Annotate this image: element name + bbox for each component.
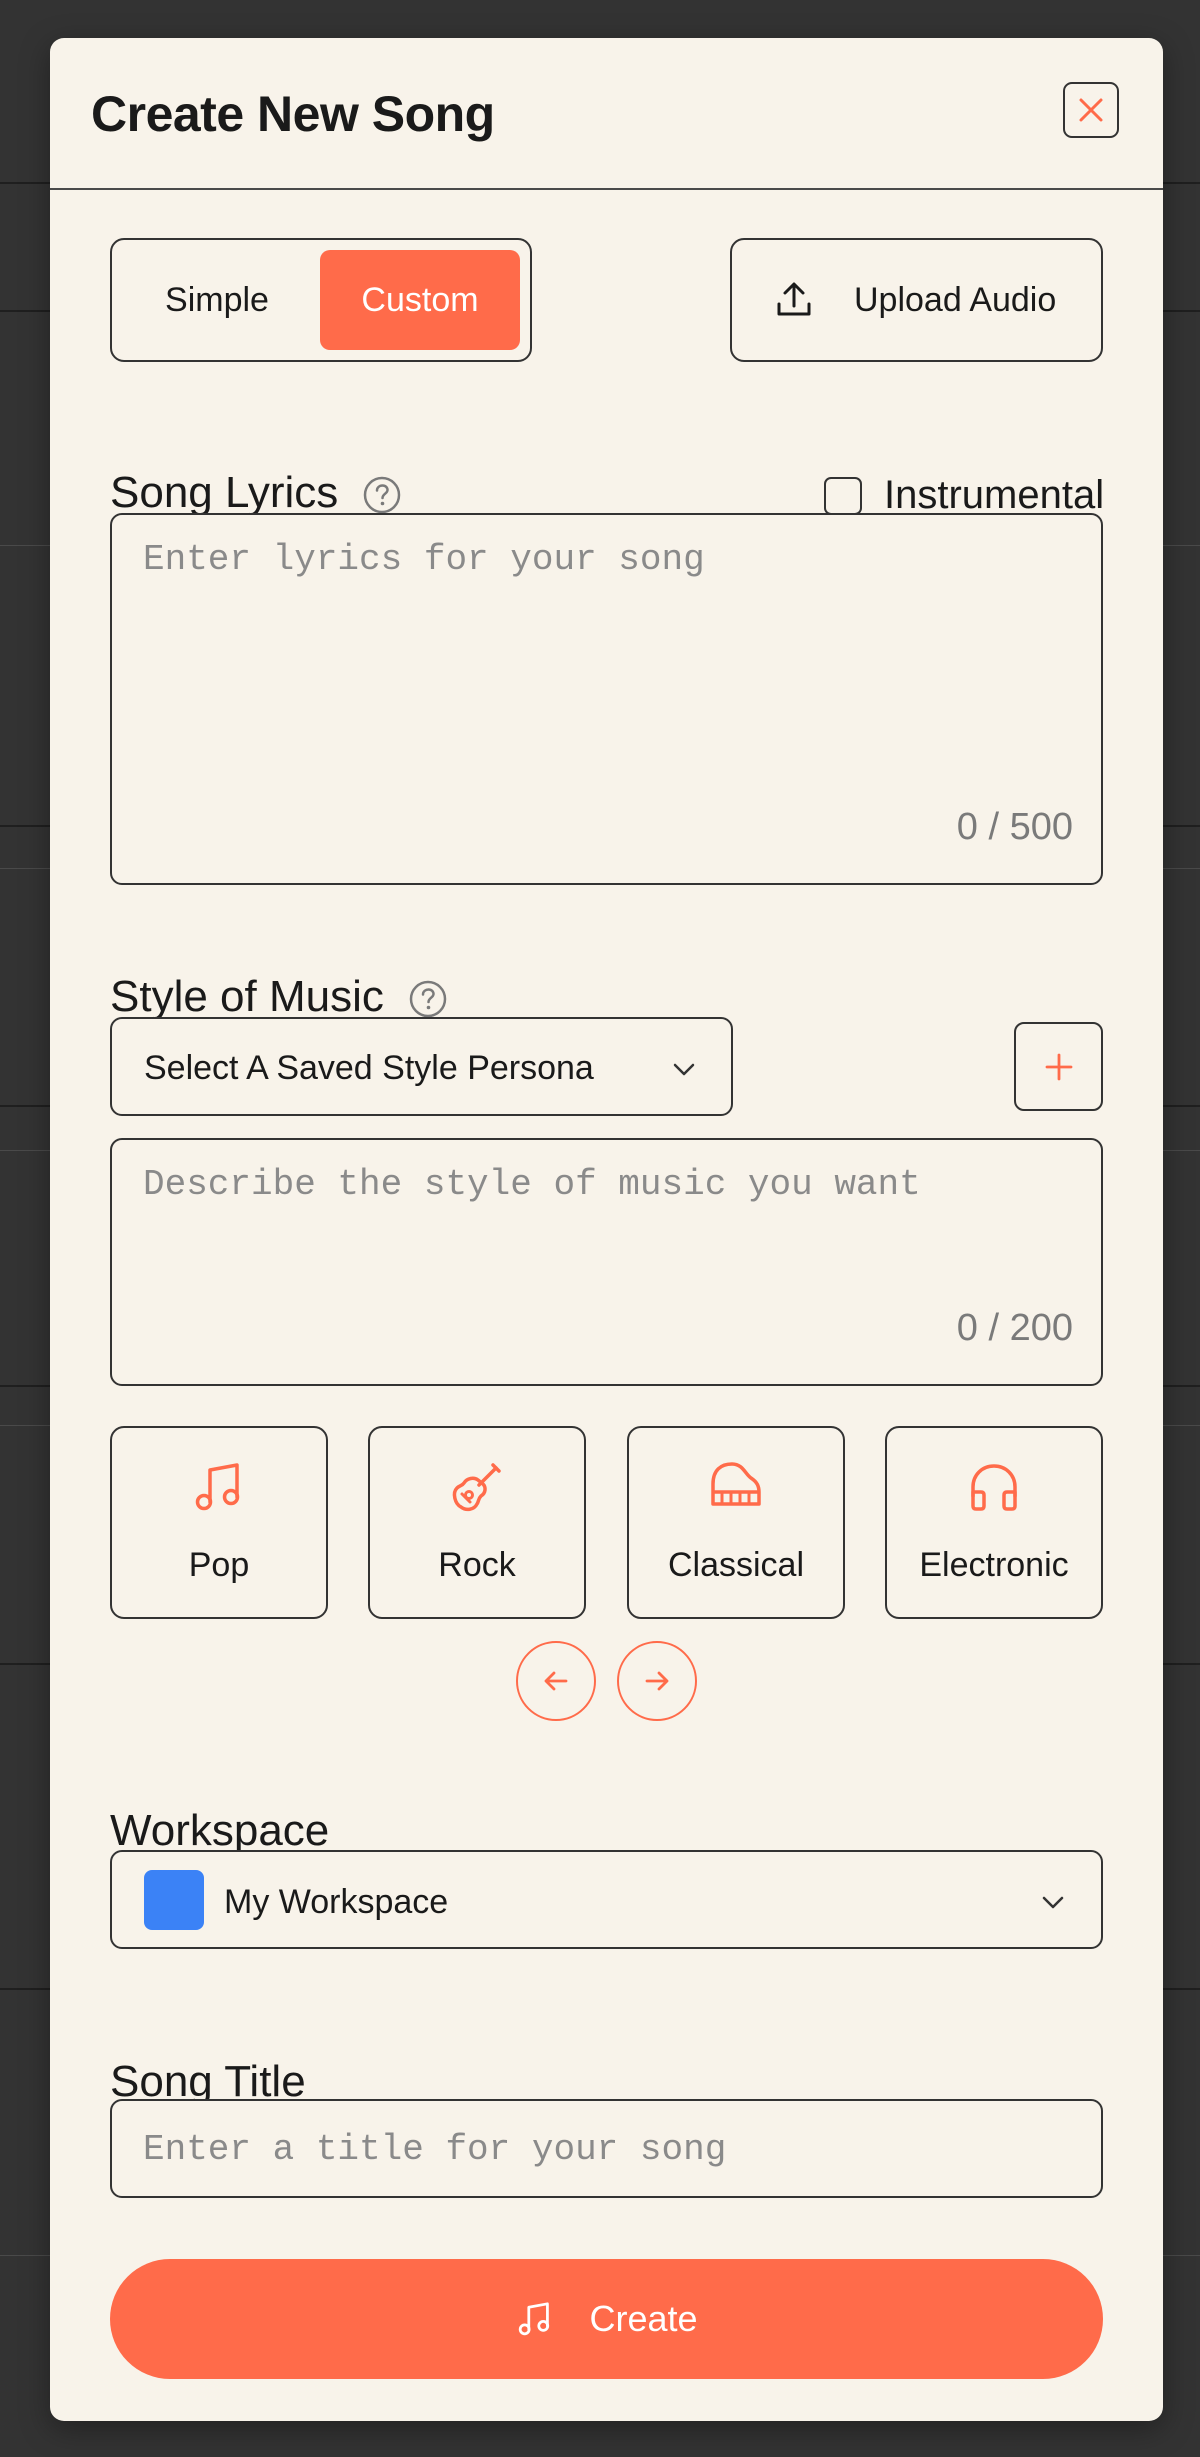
song-title-placeholder: Enter a title for your song xyxy=(143,2129,727,2170)
genre-prev-button[interactable] xyxy=(516,1641,596,1721)
instrumental-label: Instrumental xyxy=(884,473,1105,517)
genre-label: Rock xyxy=(438,1546,516,1584)
arrow-left-icon xyxy=(544,1671,568,1691)
dialog-title: Create New Song xyxy=(91,86,495,142)
music-note-icon xyxy=(519,2302,550,2336)
lyrics-label: Song Lyrics xyxy=(110,468,339,517)
style-label: Style of Music xyxy=(110,972,384,1021)
instrumental-checkbox[interactable] xyxy=(824,476,862,515)
song-title-input[interactable]: Enter a title for your song xyxy=(110,2099,1103,2198)
create-button[interactable]: Create xyxy=(110,2259,1103,2379)
instrumental-toggle[interactable]: Instrumental xyxy=(824,473,1104,518)
music-note-icon xyxy=(195,1463,240,1511)
genre-card-classical[interactable]: Classical xyxy=(627,1426,845,1619)
mode-custom-button[interactable]: Custom xyxy=(320,250,520,350)
genre-card-electronic[interactable]: Electronic xyxy=(885,1426,1103,1619)
lyrics-counter: 0 / 500 xyxy=(956,806,1073,848)
mode-toggle: Simple Custom xyxy=(110,238,532,362)
genre-label: Classical xyxy=(667,1546,805,1584)
create-label: Create xyxy=(589,2298,698,2339)
workspace-label: Workspace xyxy=(110,1806,330,1855)
chevron-down-icon xyxy=(673,1063,695,1076)
workspace-color-swatch xyxy=(144,1870,204,1930)
help-icon[interactable] xyxy=(408,979,448,1019)
genre-label: Pop xyxy=(188,1546,250,1584)
chevron-down-icon xyxy=(1042,1896,1064,1909)
dialog-header: Create New Song xyxy=(50,38,1163,190)
close-icon xyxy=(1079,98,1103,122)
add-style-button[interactable] xyxy=(1014,1022,1103,1111)
lyrics-placeholder: Enter lyrics for your song xyxy=(143,539,705,580)
style-counter: 0 / 200 xyxy=(956,1307,1073,1349)
close-button[interactable] xyxy=(1063,82,1119,138)
mode-simple-button[interactable]: Simple xyxy=(122,250,312,350)
piano-icon xyxy=(711,1462,761,1506)
genre-label: Electronic xyxy=(919,1546,1069,1584)
arrow-right-icon xyxy=(645,1671,669,1691)
help-icon[interactable] xyxy=(362,475,402,515)
headphones-icon xyxy=(971,1464,1017,1511)
workspace-value: My Workspace xyxy=(224,1883,449,1921)
genre-card-rock[interactable]: Rock xyxy=(368,1426,586,1619)
style-textarea[interactable]: Describe the style of music you want 0 /… xyxy=(110,1138,1103,1386)
workspace-select[interactable]: My Workspace xyxy=(110,1850,1103,1949)
style-persona-value: Select A Saved Style Persona xyxy=(144,1049,594,1087)
style-placeholder: Describe the style of music you want xyxy=(143,1164,921,1205)
plus-icon xyxy=(1045,1053,1072,1080)
style-persona-select[interactable]: Select A Saved Style Persona xyxy=(110,1017,733,1116)
upload-icon xyxy=(777,282,811,316)
guitar-icon xyxy=(452,1463,501,1512)
upload-audio-label: Upload Audio xyxy=(854,280,1057,319)
lyrics-textarea[interactable]: Enter lyrics for your song 0 / 500 xyxy=(110,513,1103,885)
genre-next-button[interactable] xyxy=(617,1641,697,1721)
create-song-dialog: Create New Song Simple Custom Upload Aud… xyxy=(50,38,1163,2421)
upload-audio-button[interactable]: Upload Audio xyxy=(730,238,1103,362)
genre-card-pop[interactable]: Pop xyxy=(110,1426,328,1619)
